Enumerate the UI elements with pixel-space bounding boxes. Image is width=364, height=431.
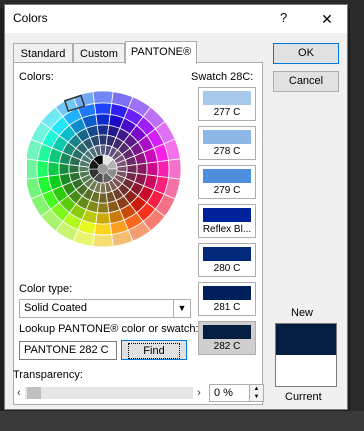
swatch-chip bbox=[203, 91, 251, 105]
wheel-cell[interactable] bbox=[167, 158, 182, 180]
tab-pantone[interactable]: PANTONE® bbox=[125, 41, 197, 64]
swatch-282c[interactable]: 282 C bbox=[198, 321, 256, 355]
cancel-button[interactable]: Cancel bbox=[273, 71, 339, 92]
wheel-cell[interactable] bbox=[93, 223, 113, 236]
wheel-cell[interactable] bbox=[92, 233, 114, 248]
wheel-cell[interactable] bbox=[93, 102, 113, 115]
wheel-cell[interactable] bbox=[92, 90, 114, 105]
find-button-label: Find bbox=[128, 343, 180, 359]
tab-standard[interactable]: Standard bbox=[13, 43, 73, 63]
wheel-cell[interactable] bbox=[146, 161, 159, 177]
wheel-cell[interactable] bbox=[95, 113, 111, 126]
ok-button[interactable]: OK bbox=[273, 43, 339, 64]
swatch-chip bbox=[203, 325, 251, 339]
swatch-name: 281 C bbox=[213, 302, 241, 313]
swatch-chip bbox=[203, 286, 251, 300]
swatch-name: 279 C bbox=[213, 185, 241, 196]
tab-custom[interactable]: Custom bbox=[73, 43, 125, 63]
wheel-cell[interactable] bbox=[157, 159, 170, 179]
transparency-label: Transparency: bbox=[13, 369, 83, 381]
new-color-swatch bbox=[276, 324, 336, 355]
help-button[interactable]: ? bbox=[280, 10, 287, 25]
wheel-cell[interactable] bbox=[27, 158, 39, 180]
swatch-chip bbox=[203, 247, 251, 261]
wheel-cell[interactable] bbox=[136, 162, 148, 176]
color-preview bbox=[275, 323, 337, 387]
swatch-chip bbox=[203, 169, 251, 183]
color-type-label: Color type: bbox=[19, 283, 73, 295]
transparency-spinner[interactable]: 0 % ▲ ▼ bbox=[209, 384, 264, 402]
title-bar: Colors ? ✕ bbox=[5, 5, 347, 33]
swatch-heading: Swatch 28C: bbox=[191, 71, 254, 83]
swatch-chip bbox=[203, 208, 251, 222]
swatch-name: 280 C bbox=[213, 263, 241, 274]
color-type-value: Solid Coated bbox=[24, 302, 87, 314]
find-button[interactable]: Find bbox=[121, 340, 187, 360]
transparency-slider[interactable]: ‹ › bbox=[13, 385, 205, 401]
transparency-value: 0 % bbox=[214, 387, 233, 399]
colors-dialog: Colors ? ✕ Standard Custom PANTONE® Colo… bbox=[4, 4, 348, 410]
wheel-cell[interactable] bbox=[96, 124, 110, 136]
swatch-reflex-blue[interactable]: Reflex Bl... bbox=[198, 204, 256, 238]
wheel-cell[interactable] bbox=[47, 161, 60, 177]
spinner-buttons[interactable]: ▲ ▼ bbox=[249, 385, 263, 401]
colors-label: Colors: bbox=[19, 71, 54, 83]
wheel-center[interactable] bbox=[98, 164, 108, 174]
new-label: New bbox=[291, 307, 314, 319]
chevron-down-icon[interactable]: ▼ bbox=[173, 300, 190, 317]
current-color-swatch bbox=[276, 355, 336, 386]
swatch-281c[interactable]: 281 C bbox=[198, 282, 256, 316]
color-type-select[interactable]: Solid Coated ▼ bbox=[19, 299, 191, 318]
close-button[interactable]: ✕ bbox=[313, 8, 341, 30]
swatch-name: 278 C bbox=[213, 146, 241, 157]
swatch-name: 282 C bbox=[213, 341, 241, 352]
chevron-left-icon[interactable]: ‹ bbox=[13, 385, 25, 401]
swatch-278c[interactable]: 278 C bbox=[198, 126, 256, 160]
lookup-input[interactable]: PANTONE 282 C bbox=[19, 341, 117, 360]
wheel-cell[interactable] bbox=[36, 159, 49, 179]
wheel-cell[interactable] bbox=[95, 212, 111, 225]
chevron-right-icon[interactable]: › bbox=[193, 385, 205, 401]
dialog-title: Colors bbox=[13, 11, 48, 25]
swatch-chip bbox=[203, 130, 251, 144]
wheel-cell[interactable] bbox=[96, 202, 110, 214]
swatch-280c[interactable]: 280 C bbox=[198, 243, 256, 277]
wheel-cell[interactable] bbox=[58, 162, 70, 176]
current-label: Current bbox=[285, 391, 322, 403]
slider-track[interactable] bbox=[25, 387, 193, 399]
slider-thumb[interactable] bbox=[27, 387, 41, 399]
swatch-277c[interactable]: 277 C bbox=[198, 87, 256, 121]
swatch-name: 277 C bbox=[213, 107, 241, 118]
lookup-label: Lookup PANTONE® color or swatch: bbox=[19, 323, 199, 335]
swatch-name: Reflex Bl... bbox=[202, 224, 252, 235]
swatch-279c[interactable]: 279 C bbox=[198, 165, 256, 199]
color-wheel[interactable] bbox=[27, 85, 187, 253]
